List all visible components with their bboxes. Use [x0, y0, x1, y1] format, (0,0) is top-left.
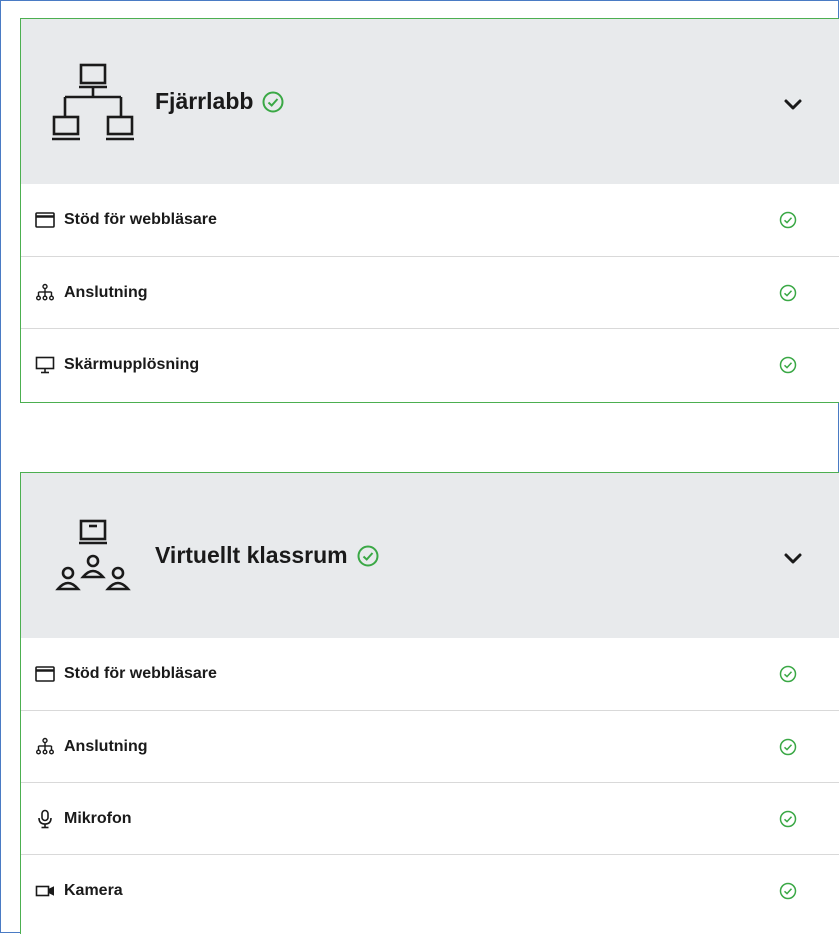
check-circle-icon: [357, 545, 379, 566]
network-tree-icon: [36, 283, 54, 300]
check-circle-icon: [779, 738, 797, 755]
check-row-browser-support: Stöd för webbläsare: [21, 638, 839, 710]
check-row-browser-support: Stöd för webbläsare: [21, 184, 839, 256]
check-row-screen-resolution: Skärmupplösning: [21, 328, 839, 400]
panel-remote-lab: Fjärrlabb Stöd för webbläsare Anslutning…: [20, 18, 839, 403]
browser-window-icon: [35, 212, 55, 228]
check-circle-icon: [779, 810, 797, 827]
panel-title-group: Virtuellt klassrum: [155, 473, 379, 638]
panel-virtual-classroom: Virtuellt klassrum Stöd för webbläsare A…: [20, 472, 839, 934]
check-circle-icon: [779, 356, 797, 373]
check-circle-icon: [779, 665, 797, 683]
panel-title-group: Fjärrlabb: [155, 19, 284, 184]
panel-header[interactable]: Virtuellt klassrum: [21, 473, 839, 638]
check-circle-icon: [262, 91, 284, 112]
check-row-microphone: Mikrofon: [21, 782, 839, 854]
panel-title: Virtuellt klassrum: [155, 542, 348, 568]
check-row-label: Stöd för webbläsare: [64, 665, 217, 682]
check-row-connection: Anslutning: [21, 256, 839, 328]
chevron-down-icon[interactable]: [781, 92, 805, 116]
microphone-icon: [38, 809, 52, 828]
check-row-connection: Anslutning: [21, 710, 839, 782]
check-row-label: Skärmupplösning: [64, 355, 200, 373]
check-circle-icon: [779, 211, 797, 229]
browser-window-icon: [35, 666, 55, 682]
check-row-label: Stöd för webbläsare: [64, 211, 217, 228]
panel-header[interactable]: Fjärrlabb: [21, 19, 839, 184]
check-row-label: Mikrofon: [64, 809, 132, 827]
network-tree-icon: [36, 737, 54, 754]
check-row-label: Anslutning: [64, 737, 148, 755]
check-row-label: Kamera: [64, 881, 123, 899]
check-circle-icon: [779, 284, 797, 301]
chevron-down-icon[interactable]: [781, 546, 805, 570]
check-circle-icon: [779, 882, 797, 899]
virtual-classroom-icon: [55, 519, 131, 591]
check-row-camera: Kamera: [21, 854, 839, 926]
check-row-label: Anslutning: [64, 283, 148, 301]
camera-icon: [35, 885, 54, 896]
monitor-icon: [35, 356, 55, 373]
panel-title: Fjärrlabb: [155, 88, 254, 114]
remote-lab-network-icon: [52, 63, 134, 141]
page-frame: Fjärrlabb Stöd för webbläsare Anslutning…: [0, 0, 839, 934]
